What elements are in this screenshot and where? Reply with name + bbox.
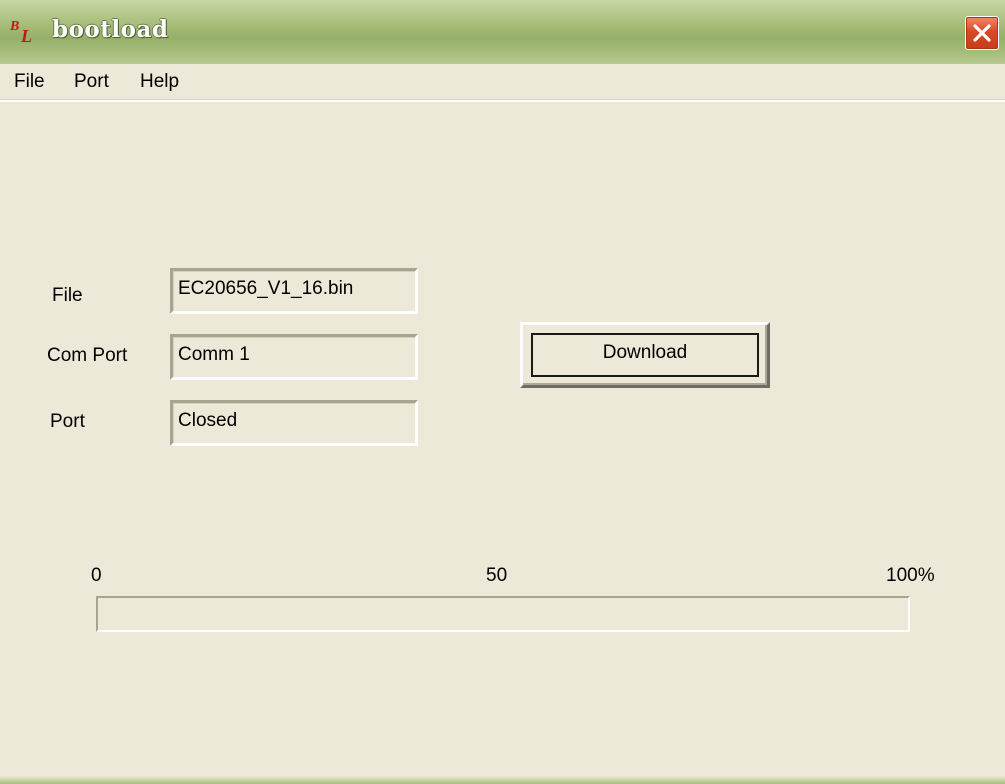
download-button[interactable]: Download bbox=[520, 322, 770, 388]
menu-bar: File Port Help bbox=[0, 64, 1005, 102]
menu-file[interactable]: File bbox=[14, 70, 45, 94]
file-label: File bbox=[52, 285, 83, 306]
window-title: bootload bbox=[52, 16, 169, 43]
com-port-field: Comm 1 bbox=[170, 334, 418, 380]
close-x-icon bbox=[973, 24, 991, 42]
port-label: Port bbox=[50, 411, 85, 432]
window-bottom-border bbox=[0, 776, 1005, 784]
download-button-label: Download bbox=[531, 333, 759, 377]
close-button[interactable] bbox=[965, 16, 999, 50]
bl-app-icon[interactable]: B L bbox=[10, 19, 38, 46]
com-port-value: Comm 1 bbox=[178, 344, 250, 365]
com-port-label: Com Port bbox=[47, 345, 128, 366]
progress-tick-100: 100% bbox=[886, 565, 935, 586]
app-icon-letter-l: L bbox=[21, 26, 32, 46]
menu-port[interactable]: Port bbox=[74, 70, 109, 94]
file-value: EC20656_V1_16.bin bbox=[178, 278, 354, 299]
title-bar[interactable]: B L bootload bbox=[0, 0, 1005, 65]
progress-tick-0: 0 bbox=[91, 565, 102, 586]
menu-help[interactable]: Help bbox=[140, 70, 179, 94]
port-status-field: Closed bbox=[170, 400, 418, 446]
port-status-value: Closed bbox=[178, 410, 238, 431]
bootload-window: B L bootload File Port Help File EC20656… bbox=[0, 0, 1005, 784]
app-icon-letter-b: B bbox=[10, 19, 20, 34]
progress-tick-50: 50 bbox=[486, 565, 508, 586]
file-field: EC20656_V1_16.bin bbox=[170, 268, 418, 314]
download-progress-bar bbox=[96, 596, 910, 632]
